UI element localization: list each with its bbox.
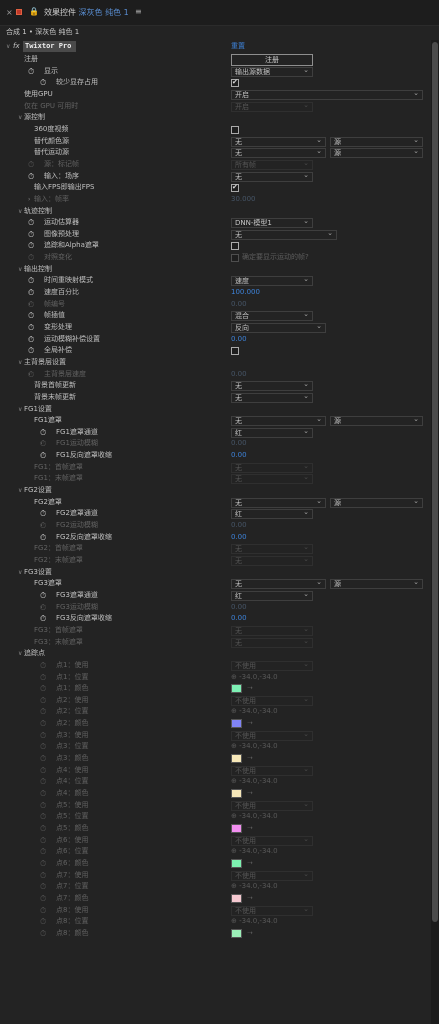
dropdown[interactable]: 反向 — [231, 322, 326, 333]
panel-header: × 🔒 效果控件 深灰色 纯色 1 ≡ — [0, 0, 439, 26]
dropdown[interactable]: 无 — [231, 625, 313, 636]
dropdown[interactable]: 不使用 — [231, 730, 313, 741]
dropdown[interactable]: 无 — [231, 637, 313, 648]
dropdown[interactable]: DNN-模型1 — [231, 217, 313, 229]
dropdown[interactable]: 无 — [231, 543, 313, 555]
dropdown[interactable]: 无 — [231, 380, 313, 392]
layer-name: 深灰色 纯色 1 — [78, 8, 129, 17]
checkbox[interactable] — [231, 76, 239, 89]
scrollbar-thumb[interactable] — [432, 42, 438, 922]
expand-twirl-icon[interactable]: ∨ — [6, 40, 10, 53]
dropdown[interactable]: 输出源数据 — [231, 66, 313, 77]
close-icon[interactable]: × — [6, 8, 13, 17]
dropdown[interactable]: 源 — [330, 415, 423, 427]
dropdown[interactable]: 无 — [231, 555, 313, 566]
dropdown[interactable]: 源 — [330, 136, 423, 147]
dropdown[interactable]: 不使用 — [231, 695, 313, 706]
checkbox[interactable] — [231, 242, 239, 251]
dropdown[interactable]: 无 — [231, 229, 337, 240]
checkbox[interactable] — [231, 181, 239, 194]
fx-icon[interactable]: fx — [13, 40, 20, 53]
dropdown[interactable]: 不使用 — [231, 870, 313, 881]
dropdown[interactable]: 无 — [231, 415, 326, 427]
dropdown[interactable]: 混合 — [231, 310, 313, 322]
dropdown[interactable]: 开启 — [231, 101, 313, 112]
stopwatch-icon[interactable]: ⏱ — [40, 927, 46, 940]
color-swatch[interactable] — [231, 858, 242, 868]
dropdown[interactable]: 源 — [330, 147, 423, 159]
dropdown[interactable]: 红 — [231, 508, 313, 520]
dropdown[interactable]: 红 — [231, 427, 313, 438]
dropdown[interactable]: 不使用 — [231, 800, 313, 811]
color-swatch[interactable] — [231, 719, 242, 729]
checkbox[interactable] — [231, 125, 239, 134]
dropdown[interactable]: 红 — [231, 590, 313, 601]
dropdown[interactable]: 开启 — [231, 89, 423, 100]
dropdown[interactable]: 不使用 — [231, 660, 313, 671]
dropdown[interactable]: 无 — [231, 578, 326, 590]
reset-link[interactable]: 重置 — [231, 40, 245, 53]
dropdown[interactable]: 无 — [231, 147, 326, 159]
dropdown[interactable]: 不使用 — [231, 835, 313, 846]
dropdown[interactable]: 无 — [231, 462, 313, 473]
effect-name[interactable]: Twixtor Pro — [23, 41, 77, 52]
dropdown[interactable]: 无 — [231, 473, 313, 485]
color-swatch[interactable] — [231, 893, 242, 903]
point-value[interactable]: ➝ — [247, 927, 253, 940]
lock-icon[interactable]: 🔒 — [29, 7, 39, 16]
property-row: ⏱ 点8：颜色 ➝ — [0, 927, 431, 940]
color-swatch[interactable] — [231, 823, 242, 833]
dropdown[interactable]: 所有帧 — [231, 159, 313, 170]
dropdown[interactable]: 不使用 — [231, 905, 313, 916]
color-swatch[interactable] — [231, 684, 242, 694]
dropdown[interactable]: 源 — [330, 497, 423, 508]
dropdown[interactable]: 无 — [231, 497, 326, 508]
scrollbar[interactable] — [431, 40, 439, 1024]
property-label: 点8：颜色 — [56, 928, 89, 937]
color-swatch[interactable] — [231, 754, 242, 763]
effect-header-row[interactable]: ∨ fx Twixtor Pro 重置 — [0, 40, 431, 53]
dropdown[interactable]: 无 — [231, 392, 313, 403]
dropdown[interactable]: 速度 — [231, 275, 313, 287]
menu-icon[interactable]: ≡ — [135, 7, 142, 16]
color-swatch[interactable] — [231, 928, 242, 938]
dropdown[interactable]: 源 — [330, 578, 423, 590]
dropdown[interactable]: 不使用 — [231, 765, 313, 776]
checkbox[interactable] — [231, 254, 239, 263]
panel-title: 效果控件 深灰色 纯色 1 — [44, 8, 129, 17]
checkbox[interactable] — [231, 347, 239, 356]
color-swatch[interactable] — [231, 789, 242, 798]
layer-color-icon — [16, 9, 22, 15]
breadcrumb: 合成 1 • 深灰色 纯色 1 — [0, 26, 439, 38]
dropdown[interactable]: 无 — [231, 171, 313, 182]
dropdown[interactable]: 无 — [231, 136, 326, 147]
